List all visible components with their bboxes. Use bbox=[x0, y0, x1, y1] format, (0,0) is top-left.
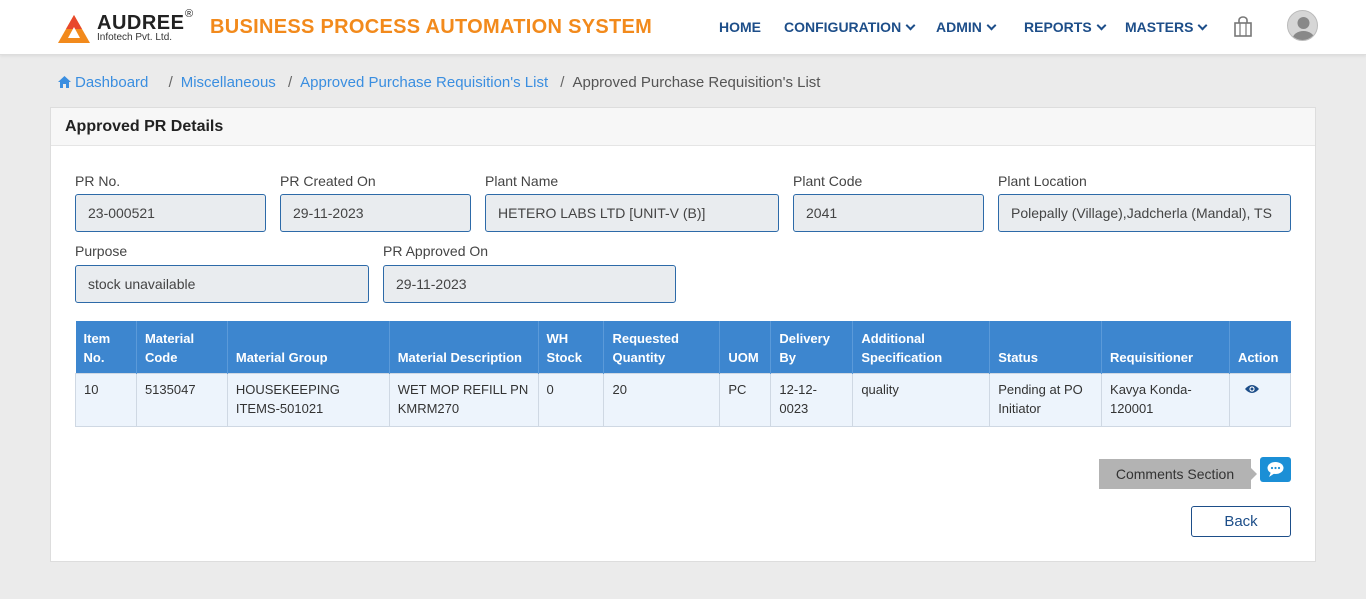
table-row: 10 5135047 HOUSEKEEPING ITEMS-501021 WET… bbox=[75, 372, 1292, 427]
logo-registered-mark: ® bbox=[185, 8, 194, 20]
col-wh-stock: WH Stock bbox=[538, 321, 605, 373]
nav-configuration[interactable]: CONFIGURATION bbox=[784, 19, 916, 35]
chevron-down-icon bbox=[1096, 20, 1107, 31]
back-button[interactable]: Back bbox=[1191, 506, 1291, 537]
nav-admin-label: ADMIN bbox=[936, 19, 982, 35]
logo-subtitle: Infotech Pvt. Ltd. bbox=[97, 32, 173, 43]
plant-location-label: Plant Location bbox=[998, 173, 1087, 189]
plant-code-label: Plant Code bbox=[793, 173, 863, 189]
shopping-bag-icon[interactable] bbox=[1233, 16, 1253, 38]
pr-created-label: PR Created On bbox=[280, 173, 376, 189]
cell-action bbox=[1228, 372, 1292, 427]
col-delivery-by: Delivery By bbox=[770, 321, 854, 373]
app-title: BUSINESS PROCESS AUTOMATION SYSTEM bbox=[210, 16, 653, 38]
chevron-down-icon bbox=[905, 20, 916, 31]
nav-home[interactable]: HOME bbox=[719, 19, 761, 35]
plant-code-field[interactable]: 2041 bbox=[793, 194, 984, 232]
table-header-row: Item No. Material Code Material Group Ma… bbox=[75, 321, 1291, 373]
breadcrumb-separator: / bbox=[560, 74, 565, 91]
nav-admin[interactable]: ADMIN bbox=[936, 19, 997, 35]
pr-approved-label: PR Approved On bbox=[383, 243, 489, 259]
pr-no-field[interactable]: 23-000521 bbox=[75, 194, 266, 232]
nav-home-label: HOME bbox=[719, 19, 761, 35]
col-status: Status bbox=[989, 321, 1103, 373]
pr-no-label: PR No. bbox=[75, 173, 121, 189]
nav-masters-label: MASTERS bbox=[1125, 19, 1194, 35]
chat-bubble-icon bbox=[1267, 462, 1284, 477]
cell-additional-specification: quality bbox=[852, 372, 991, 427]
top-header: AUDREE ® Infotech Pvt. Ltd. BUSINESS PRO… bbox=[0, 0, 1366, 55]
comments-button[interactable] bbox=[1260, 457, 1291, 482]
col-additional-specification: Additional Specification bbox=[852, 321, 991, 373]
cell-status: Pending at PO Initiator bbox=[989, 372, 1103, 427]
company-logo[interactable]: AUDREE ® Infotech Pvt. Ltd. bbox=[57, 8, 197, 46]
pr-items-table: Item No. Material Code Material Group Ma… bbox=[75, 321, 1292, 427]
breadcrumb-separator: / bbox=[168, 74, 173, 91]
breadcrumb: Dashboard / Miscellaneous / Approved Purch… bbox=[58, 74, 820, 91]
cell-uom: PC bbox=[719, 372, 772, 427]
cell-item-no: 10 bbox=[75, 372, 137, 427]
cell-requisitioner: Kavya Konda-120001 bbox=[1101, 372, 1230, 427]
pr-approved-field[interactable]: 29-11-2023 bbox=[383, 265, 676, 303]
breadcrumb-dashboard[interactable]: Dashboard bbox=[75, 74, 148, 91]
breadcrumb-current: Approved Purchase Requisition's List bbox=[572, 74, 821, 91]
cell-wh-stock: 0 bbox=[537, 372, 605, 427]
user-icon bbox=[1292, 17, 1315, 40]
logo-mark-icon bbox=[58, 15, 90, 43]
nav-masters[interactable]: MASTERS bbox=[1125, 19, 1208, 35]
cell-requested-quantity: 20 bbox=[603, 372, 721, 427]
col-material-description: Material Description bbox=[389, 321, 539, 373]
col-item-no: Item No. bbox=[75, 321, 137, 373]
card-title: Approved PR Details bbox=[51, 108, 1315, 146]
nav-reports[interactable]: REPORTS bbox=[1024, 19, 1107, 35]
breadcrumb-approved-list[interactable]: Approved Purchase Requisition's List bbox=[300, 74, 548, 91]
nav-configuration-label: CONFIGURATION bbox=[784, 19, 902, 35]
plant-name-field[interactable]: HETERO LABS LTD [UNIT-V (B)] bbox=[485, 194, 779, 232]
purpose-label: Purpose bbox=[75, 243, 128, 259]
col-action: Action bbox=[1229, 321, 1291, 373]
comments-section-tooltip: Comments Section bbox=[1099, 459, 1257, 489]
col-material-group: Material Group bbox=[227, 321, 390, 373]
plant-name-label: Plant Name bbox=[485, 173, 559, 189]
purpose-field[interactable]: stock unavailable bbox=[75, 265, 369, 303]
cell-material-code: 5135047 bbox=[135, 372, 228, 427]
cell-material-description: WET MOP REFILL PN KMRM270 bbox=[388, 372, 539, 427]
col-requisitioner: Requisitioner bbox=[1101, 321, 1230, 373]
col-material-code: Material Code bbox=[136, 321, 228, 373]
plant-location-field[interactable]: Polepally (Village),Jadcherla (Mandal), … bbox=[998, 194, 1291, 232]
cell-delivery-by: 12-12-0023 bbox=[770, 372, 854, 427]
breadcrumb-miscellaneous[interactable]: Miscellaneous bbox=[181, 74, 276, 91]
user-avatar[interactable] bbox=[1287, 10, 1318, 41]
nav-reports-label: REPORTS bbox=[1024, 19, 1092, 35]
home-icon bbox=[58, 76, 71, 88]
chevron-down-icon bbox=[986, 20, 997, 31]
cell-material-group: HOUSEKEEPING ITEMS-501021 bbox=[226, 372, 390, 427]
col-uom: UOM bbox=[719, 321, 772, 373]
chevron-down-icon bbox=[1198, 20, 1208, 31]
pr-created-field[interactable]: 29-11-2023 bbox=[280, 194, 471, 232]
breadcrumb-separator: / bbox=[287, 74, 293, 91]
eye-icon[interactable] bbox=[1244, 384, 1259, 394]
col-requested-quantity: Requested Quantity bbox=[603, 321, 721, 373]
